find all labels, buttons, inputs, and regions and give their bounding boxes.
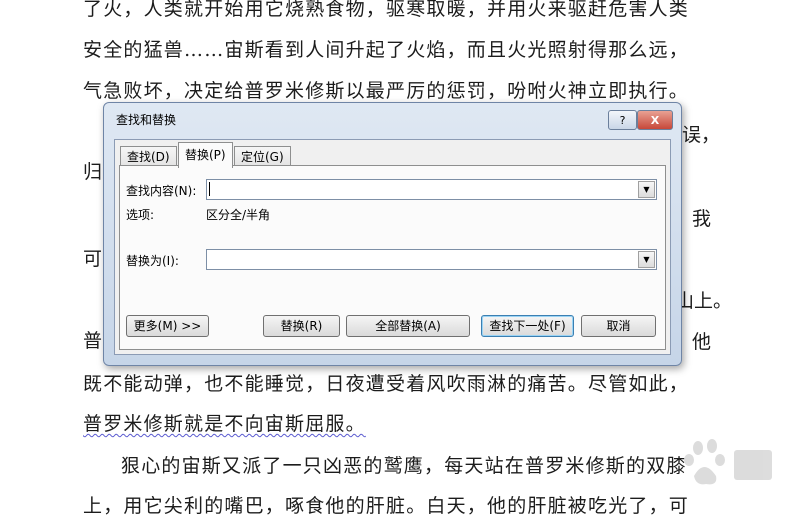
find-next-button[interactable]: 查找下一处(F) — [481, 315, 574, 337]
chevron-down-icon: ▼ — [643, 255, 650, 264]
help-icon: ? — [619, 113, 626, 127]
replace-all-button[interactable]: 全部替换(A) — [346, 315, 470, 337]
doc-line-1: 了火，人类就开始用它烧熟食物，驱寒取暖，并用火来驱赶危害人类 — [83, 0, 690, 20]
replace-button[interactable]: 替换(R) — [263, 315, 340, 337]
cancel-button[interactable]: 取消 — [581, 315, 656, 337]
find-dropdown-button[interactable]: ▼ — [638, 181, 655, 198]
replace-with-combobox[interactable]: ▼ — [206, 249, 657, 270]
find-what-input[interactable] — [209, 181, 634, 196]
tab-find[interactable]: 查找(D) — [120, 146, 177, 167]
close-button[interactable]: X — [637, 110, 673, 130]
doc-line-6: 狠心的宙斯又派了一只凶恶的鹫鹰，每天站在普罗米修斯的双膝 — [121, 455, 687, 477]
doc-fragment-right-1: 误， — [682, 124, 721, 146]
doc-fragment-right-4: 他 — [692, 331, 712, 353]
doc-line-2: 安全的猛兽……宙斯看到人间升起了火焰，而且火光照射得那么远， — [83, 39, 690, 61]
replace-dropdown-button[interactable]: ▼ — [638, 251, 655, 268]
replace-with-input[interactable] — [209, 251, 634, 266]
chevron-down-icon: ▼ — [643, 185, 650, 194]
baidu-paw-icon — [684, 439, 772, 485]
find-what-label: 查找内容(N): — [126, 184, 197, 198]
tab-goto[interactable]: 定位(G) — [234, 146, 291, 167]
doc-line-3: 气急败坏，决定给普罗米修斯以最严厉的惩罚，吩咐火神立即执行。 — [83, 80, 690, 102]
find-replace-dialog: 查找和替换 ? X 查找(D) 替换(P) 定位(G) 查找内容(N): ▼ 选… — [103, 102, 682, 366]
doc-fragment-left-3: 普 — [83, 330, 103, 352]
doc-line-7: 上，用它尖利的嘴巴，啄食他的肝脏。白天，他的肝脏被吃光了，可 — [83, 495, 690, 517]
replace-with-label: 替换为(I): — [126, 254, 179, 268]
doc-line-5: 普罗米修斯就是不向宙斯屈服。 — [83, 413, 366, 435]
options-value: 区分全/半角 — [206, 208, 271, 222]
doc-fragment-right-2: 我 — [692, 208, 712, 230]
dialog-titlebar[interactable]: 查找和替换 ? X — [104, 103, 681, 133]
doc-fragment-left-1: 归 — [83, 161, 103, 183]
doc-fragment-left-2: 可 — [83, 248, 103, 270]
doc-line-4: 既不能动弹，也不能睡觉，日夜遭受着风吹雨淋的痛苦。尽管如此， — [83, 373, 690, 395]
tab-replace[interactable]: 替换(P) — [178, 142, 233, 168]
help-button[interactable]: ? — [608, 110, 637, 130]
options-label: 选项: — [126, 208, 155, 222]
more-button[interactable]: 更多(M) >> — [126, 315, 209, 337]
doc-fragment-right-3: 山上。 — [675, 290, 733, 312]
dialog-title: 查找和替换 — [116, 113, 177, 127]
close-icon: X — [650, 113, 660, 127]
find-what-combobox[interactable]: ▼ — [206, 179, 657, 200]
